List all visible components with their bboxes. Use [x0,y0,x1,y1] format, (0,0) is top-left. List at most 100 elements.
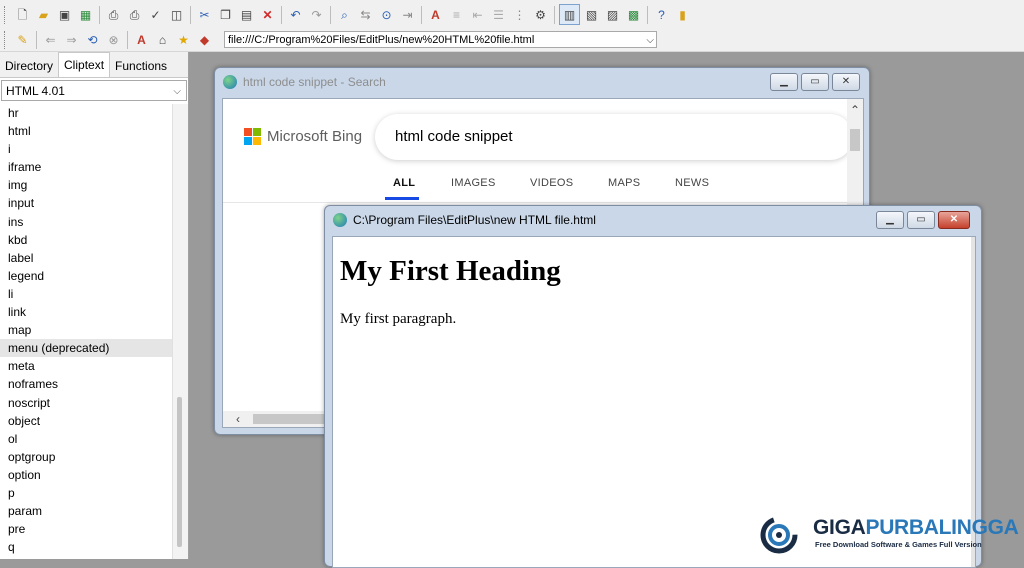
list-item[interactable]: optgroup [0,448,172,466]
manage-tools-icon[interactable]: ▮ [673,5,692,24]
list-item[interactable]: iframe [0,158,172,176]
minimize-button[interactable]: ▁ [770,73,798,91]
watermark-tagline: Free Download Software & Games Full Vers… [815,540,982,549]
list-item[interactable]: meta [0,357,172,375]
watermark: GIGAPURBALINGGA Free Download Software &… [757,513,1019,555]
save-all-icon[interactable]: ▦ [76,5,95,24]
settings-icon[interactable]: ⚙ [531,5,550,24]
browser-hscroll-thumb[interactable] [253,414,333,424]
goto-line-icon[interactable]: ⇥ [398,5,417,24]
bing-logo[interactable]: Microsoft Bing [244,128,362,145]
clear-browser-icon[interactable]: ◆ [195,31,214,50]
list-item[interactable]: menu (deprecated) [0,339,172,358]
back-arrow-icon[interactable]: ⇐ [41,31,60,50]
tab-videos[interactable]: VIDEOS [530,177,573,189]
list-item[interactable]: ins [0,213,172,231]
tab-functions[interactable]: Functions [110,55,172,77]
stop-icon[interactable]: ⊗ [104,31,123,50]
scroll-up-icon[interactable]: ⌃ [850,103,860,117]
indent-icon[interactable]: ⇤ [468,5,487,24]
list-item[interactable]: label [0,249,172,267]
list-item[interactable]: map [0,321,172,339]
word-wrap-icon[interactable]: ≡ [447,5,466,24]
forward-arrow-icon[interactable]: ⇒ [62,31,81,50]
minimize-button[interactable]: ▁ [876,211,904,229]
list-item[interactable]: option [0,466,172,484]
paste-icon[interactable]: ▤ [237,5,256,24]
list-item[interactable]: link [0,303,172,321]
toolbar-grip[interactable] [4,31,9,49]
maximize-button[interactable]: ▭ [907,211,935,229]
list-item[interactable]: hr [0,104,172,122]
tab-cliptext[interactable]: Cliptext [58,52,111,77]
sidebar-scrollbar[interactable] [172,104,188,559]
close-button[interactable]: ✕ [832,73,860,91]
list-item[interactable]: pre [0,520,172,538]
list-item[interactable]: noscript [0,394,172,412]
list-item[interactable]: html [0,122,172,140]
delete-icon[interactable]: ✕ [258,5,277,24]
list-item[interactable]: img [0,176,172,194]
list-item[interactable]: noframes [0,375,172,393]
font-icon[interactable]: A [426,5,445,24]
browser-view-icon[interactable]: ◫ [167,5,186,24]
chevron-down-icon[interactable]: ⌵ [646,32,654,49]
column-select-icon[interactable]: ☰ [489,5,508,24]
replace-icon[interactable]: ⇆ [356,5,375,24]
line-number-icon[interactable]: ⋮ [510,5,529,24]
brand-part-1: GIGA [813,516,866,539]
list-item[interactable]: i [0,140,172,158]
output-window-icon[interactable]: ▩ [624,5,643,24]
open-folder-icon[interactable]: ▰ [34,5,53,24]
window-layout-icon[interactable]: ▥ [559,4,580,25]
cliptext-library-select[interactable]: HTML 4.01 ⌵ [1,80,187,101]
new-file-icon[interactable]: 🗋 [13,5,32,24]
print-preview-icon[interactable]: ⎙ [104,5,123,24]
print-icon[interactable]: ⎙ [125,5,144,24]
divider [223,202,850,203]
directory-window-icon[interactable]: ▧ [582,5,601,24]
maximize-button[interactable]: ▭ [801,73,829,91]
scroll-left-icon[interactable]: ‹ [236,412,240,426]
list-item[interactable]: legend [0,267,172,285]
redo-icon[interactable]: ↷ [307,5,326,24]
search-input[interactable]: html code snippet [375,114,853,160]
tab-news[interactable]: NEWS [675,177,709,189]
edit-pencil-icon[interactable]: ✎ [13,31,32,50]
list-item[interactable]: object [0,412,172,430]
address-bar[interactable]: file:///C:/Program%20Files/EditPlus/new%… [224,31,657,48]
toolbar-grip[interactable] [4,5,9,24]
list-item[interactable]: p [0,484,172,502]
list-item[interactable]: kbd [0,231,172,249]
cut-icon[interactable]: ✂ [195,5,214,24]
list-item[interactable]: param [0,502,172,520]
gigapurbalingga-logo-icon [760,516,798,554]
find-icon[interactable]: ⌕ [335,5,354,24]
browser-scroll-thumb[interactable] [850,129,860,151]
save-icon[interactable]: ▣ [55,5,74,24]
toolbar-separator [99,5,100,24]
undo-icon[interactable]: ↶ [286,5,305,24]
favorites-icon[interactable]: ★ [174,31,193,50]
tab-maps[interactable]: MAPS [608,177,640,189]
home-icon[interactable]: ⌂ [153,31,172,50]
spell-check-icon[interactable]: ✓ [146,5,165,24]
list-item[interactable]: q [0,538,172,556]
refresh-icon[interactable]: ⟲ [83,31,102,50]
tab-directory[interactable]: Directory [0,55,58,77]
tab-all[interactable]: ALL [393,177,415,189]
window-title: html code snippet - Search [223,75,386,89]
list-item[interactable]: input [0,194,172,212]
list-item[interactable]: li [0,285,172,303]
chevron-down-icon[interactable]: ⌵ [173,81,181,102]
list-item[interactable]: ol [0,430,172,448]
edit-source-icon[interactable]: A [132,31,151,50]
help-icon[interactable]: ? [652,5,671,24]
cliptext-window-icon[interactable]: ▨ [603,5,622,24]
find-in-files-icon[interactable]: ⊙ [377,5,396,24]
sidebar-scroll-thumb[interactable] [177,397,182,547]
copy-icon[interactable]: ❐ [216,5,235,24]
globe-icon [333,213,347,227]
close-button[interactable]: ✕ [938,211,970,229]
tab-images[interactable]: IMAGES [451,177,496,189]
